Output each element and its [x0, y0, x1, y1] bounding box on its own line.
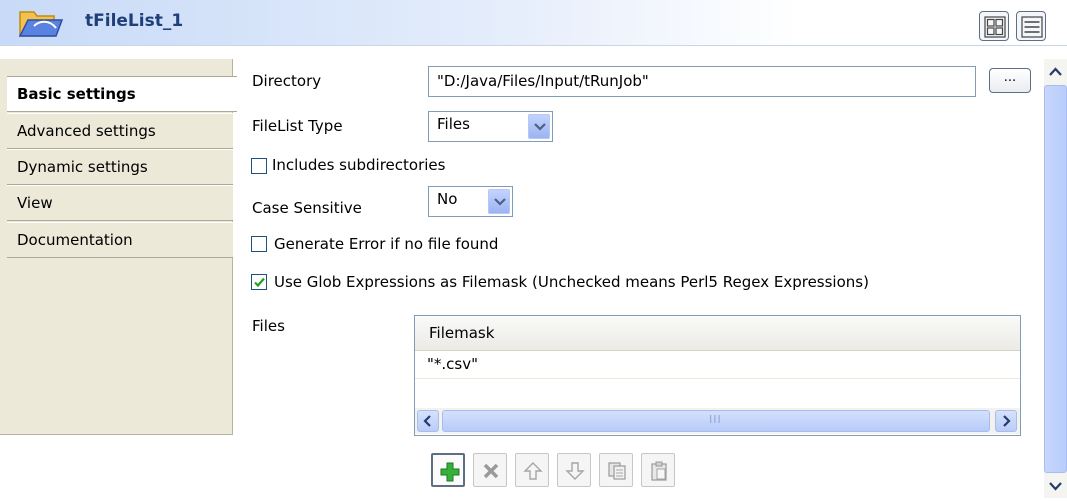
table-row[interactable]: "*.csv" — [415, 351, 1020, 379]
component-title-bar: tFileList_1 — [0, 0, 1067, 46]
move-up-icon — [523, 462, 543, 480]
add-row-button[interactable] — [431, 453, 465, 487]
settings-tabs: Basic settings Advanced settings Dynamic… — [0, 59, 237, 435]
vertical-scrollbar[interactable] — [1044, 59, 1067, 498]
paste-button[interactable] — [641, 453, 675, 487]
add-icon — [440, 462, 460, 482]
case-sensitive-label: Case Sensitive — [252, 199, 362, 217]
scroll-down-icon[interactable] — [1044, 475, 1067, 497]
tab-view[interactable]: View — [7, 185, 233, 221]
component-title: tFileList_1 — [85, 11, 184, 31]
horizontal-scrollbar[interactable]: III — [415, 408, 1020, 434]
scroll-grip: III — [709, 413, 722, 426]
file-list-component-icon — [18, 8, 68, 40]
column-header-filemask[interactable]: Filemask — [429, 324, 494, 342]
use-glob-checkbox[interactable] — [251, 274, 267, 290]
includes-subdirectories-checkbox[interactable] — [251, 158, 267, 174]
use-glob-label: Use Glob Expressions as Filemask (Unchec… — [274, 273, 869, 291]
scroll-left-icon[interactable] — [417, 410, 439, 432]
generate-error-checkbox[interactable] — [251, 236, 267, 252]
list-view-icon[interactable] — [1016, 11, 1046, 41]
directory-input[interactable]: "D:/Java/Files/Input/tRunJob" — [428, 66, 976, 97]
generate-error-label: Generate Error if no file found — [274, 235, 499, 253]
grid-view-icon[interactable] — [979, 11, 1009, 41]
filelist-type-value: Files — [437, 115, 470, 133]
move-down-button[interactable] — [557, 453, 591, 487]
tab-documentation[interactable]: Documentation — [7, 222, 233, 258]
table-header: Filemask — [415, 316, 1020, 351]
vertical-scroll-thumb[interactable] — [1044, 85, 1067, 473]
chevron-down-icon — [488, 189, 510, 214]
case-sensitive-select[interactable]: No — [428, 186, 513, 217]
tab-basic-settings[interactable]: Basic settings — [7, 76, 237, 112]
chevron-down-icon — [528, 114, 550, 139]
filelist-type-label: FileList Type — [252, 117, 343, 135]
horizontal-scroll-thumb[interactable]: III — [442, 410, 990, 432]
case-sensitive-value: No — [437, 190, 458, 208]
filemask-table[interactable]: Filemask "*.csv" III — [414, 315, 1021, 436]
move-up-button[interactable] — [515, 453, 549, 487]
copy-icon — [608, 462, 626, 480]
scroll-right-icon[interactable] — [995, 410, 1017, 432]
paste-icon — [651, 461, 667, 481]
delete-row-button[interactable] — [473, 453, 507, 487]
directory-label: Directory — [252, 72, 322, 90]
tab-advanced-settings[interactable]: Advanced settings — [7, 113, 233, 149]
checkmark-icon — [254, 277, 265, 288]
scroll-up-icon[interactable] — [1044, 61, 1067, 83]
delete-icon — [483, 463, 499, 479]
browse-directory-button[interactable]: ... — [989, 68, 1031, 93]
tab-dynamic-settings[interactable]: Dynamic settings — [7, 149, 233, 185]
filemask-cell[interactable]: "*.csv" — [427, 355, 478, 373]
filelist-type-select[interactable]: Files — [428, 111, 553, 142]
includes-subdirectories-label: Includes subdirectories — [272, 156, 446, 174]
move-down-icon — [565, 462, 585, 480]
copy-button[interactable] — [599, 453, 633, 487]
files-label: Files — [252, 317, 285, 335]
